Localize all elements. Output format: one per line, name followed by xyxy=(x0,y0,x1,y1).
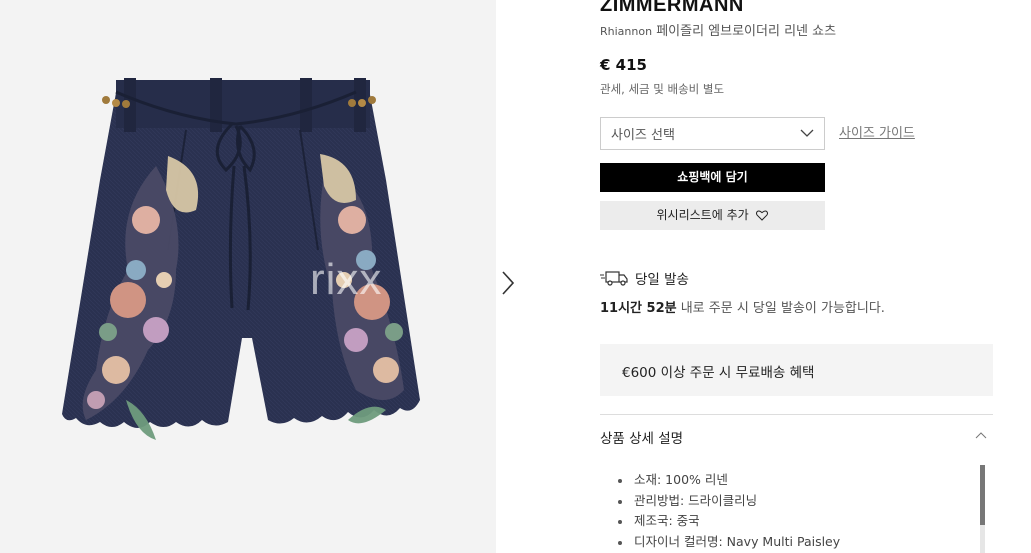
list-item: 제조국: 중국 xyxy=(618,511,840,532)
scrollbar-thumb[interactable] xyxy=(980,465,985,525)
free-shipping-text: €600 이상 주문 시 무료배송 혜택 xyxy=(622,365,815,381)
size-select[interactable]: 사이즈 선택 xyxy=(600,117,825,150)
product-price: € 415 xyxy=(600,56,647,74)
delivery-countdown: 11시간 52분 내로 주문 시 당일 발송이 가능합니다. xyxy=(600,297,885,316)
product-details-title: 상품 상세 설명 xyxy=(600,431,684,447)
delivery-time-left: 11시간 52분 xyxy=(600,301,677,316)
list-item: 소재: 100% 리넨 xyxy=(618,470,840,491)
divider xyxy=(600,414,993,415)
truck-icon xyxy=(600,271,628,286)
delivery-note: 내로 주문 시 당일 발송이 가능합니다. xyxy=(676,301,885,316)
list-item: 관리방법: 드라이클리닝 xyxy=(618,491,840,512)
heart-icon xyxy=(756,210,769,221)
add-to-bag-button[interactable]: 쇼핑백에 담기 xyxy=(600,163,825,192)
watermark-text: rixx xyxy=(310,255,383,304)
product-name-korean: 페이즐리 엠브로이더리 리넨 쇼츠 xyxy=(656,24,837,39)
chevron-right-icon[interactable] xyxy=(500,270,516,296)
product-details-list: 소재: 100% 리넨 관리방법: 드라이클리닝 제조국: 중국 디자이너 컬러… xyxy=(618,470,840,552)
product-title: Rhiannon 페이즐리 엠브로이더리 리넨 쇼츠 xyxy=(600,20,836,39)
list-item: 디자이너 컬러명: Navy Multi Paisley xyxy=(618,532,840,553)
size-guide-link[interactable]: 사이즈 가이드 xyxy=(839,122,915,141)
tax-note: 관세, 세금 및 배송비 별도 xyxy=(600,82,725,96)
free-shipping-banner: €600 이상 주문 시 무료배송 혜택 xyxy=(600,344,993,396)
chevron-up-icon xyxy=(975,432,987,439)
add-to-wishlist-button[interactable]: 위시리스트에 추가 xyxy=(600,201,825,230)
delivery-title: 당일 발송 xyxy=(635,272,689,288)
chevron-down-icon xyxy=(800,129,814,137)
size-select-label: 사이즈 선택 xyxy=(611,128,675,143)
wishlist-label: 위시리스트에 추가 xyxy=(656,208,749,222)
product-info-panel: ZIMMERMANN Rhiannon 페이즐리 엠브로이더리 리넨 쇼츠 € … xyxy=(600,0,995,553)
product-name-latin: Rhiannon xyxy=(600,25,653,38)
product-details-toggle[interactable]: 상품 상세 설명 xyxy=(600,427,993,449)
product-gallery: rixx xyxy=(0,0,496,553)
brand-name[interactable]: ZIMMERMANN xyxy=(600,0,744,17)
